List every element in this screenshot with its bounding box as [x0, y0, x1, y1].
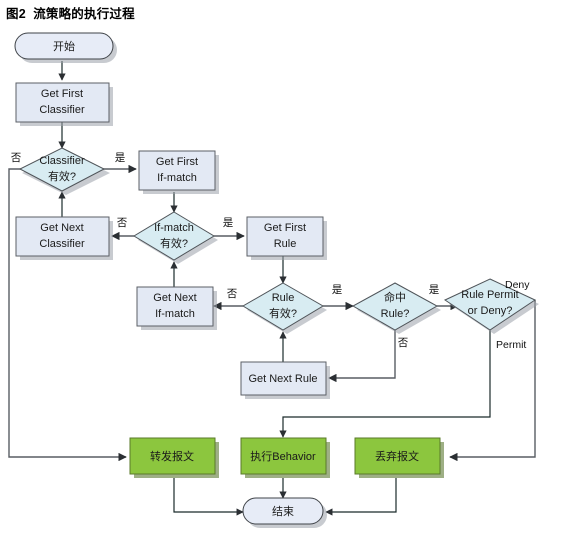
node-get-next-ifmatch-line2: If-match — [155, 308, 195, 320]
edge-label-classifier-yes: 是 — [115, 152, 126, 164]
node-ifmatch-valid[interactable]: If-match 有效? — [133, 211, 218, 264]
flowchart-diagram: 开始 Get First Classifier Classifier 有效? G… — [8, 32, 539, 528]
edge-label-hit-rule-no: 否 — [398, 337, 409, 349]
node-get-next-classifier[interactable]: Get Next Classifier — [15, 216, 113, 260]
edge-label-classifier-no: 否 — [11, 152, 22, 164]
edge-label-rule-yes: 是 — [332, 284, 343, 296]
node-get-first-classifier-line2: Classifier — [39, 104, 85, 116]
node-get-next-rule-label: Get Next Rule — [248, 373, 317, 385]
node-execute-behavior[interactable]: 执行Behavior — [240, 437, 330, 478]
edge-classifier-no-to-forward-packet — [8, 168, 127, 462]
edge-label-permit: Permit — [496, 339, 526, 351]
node-get-next-ifmatch-line1: Get Next — [153, 292, 196, 304]
node-rule-valid[interactable]: Rule 有效? — [242, 282, 327, 334]
node-end[interactable]: 结束 — [242, 497, 327, 528]
node-rule-valid-line1: Rule — [272, 292, 295, 304]
node-hit-rule-line2: Rule? — [381, 308, 410, 320]
node-get-first-rule-line2: Rule — [274, 238, 297, 250]
node-get-first-rule[interactable]: Get First Rule — [246, 216, 327, 260]
node-get-next-classifier-line2: Classifier — [39, 238, 85, 250]
node-discard-packet-label: 丢弃报文 — [375, 449, 419, 463]
node-get-first-ifmatch-line2: If-match — [157, 172, 197, 184]
node-classifier-valid[interactable]: Classifier 有效? — [18, 147, 110, 195]
node-end-label: 结束 — [272, 505, 294, 518]
node-classifier-valid-line1: Classifier — [39, 155, 85, 167]
edge-discard-packet-to-end — [325, 478, 397, 516]
edge-label-ifmatch-no: 否 — [117, 217, 128, 229]
node-discard-packet[interactable]: 丢弃报文 — [354, 437, 444, 478]
node-classifier-valid-line2: 有效? — [48, 169, 76, 183]
node-get-first-ifmatch[interactable]: Get First If-match — [138, 150, 219, 194]
node-ifmatch-valid-line2: 有效? — [160, 236, 188, 250]
edge-label-deny: Deny — [505, 279, 530, 291]
node-start[interactable]: 开始 — [14, 32, 117, 63]
node-get-first-classifier-line1: Get First — [41, 88, 83, 100]
node-forward-packet[interactable]: 转发报文 — [129, 437, 219, 478]
edge-forward-packet-to-end — [173, 478, 244, 516]
node-permit-or-deny-line2: or Deny? — [468, 305, 513, 317]
node-get-first-ifmatch-line1: Get First — [156, 156, 198, 168]
edge-hit-rule-no-to-get-next-rule — [328, 330, 396, 383]
node-get-first-classifier[interactable]: Get First Classifier — [15, 82, 113, 126]
node-execute-behavior-label: 执行Behavior — [250, 449, 316, 463]
edge-label-rule-no: 否 — [227, 288, 238, 300]
node-hit-rule-line1: 命中 — [384, 290, 406, 304]
node-get-next-rule[interactable]: Get Next Rule — [240, 361, 330, 399]
node-get-next-classifier-line1: Get Next — [40, 222, 83, 234]
node-rule-valid-line2: 有效? — [269, 306, 297, 320]
node-get-first-rule-line1: Get First — [264, 222, 306, 234]
node-start-label: 开始 — [53, 39, 75, 53]
edge-label-ifmatch-yes: 是 — [223, 217, 234, 229]
node-ifmatch-valid-line1: If-match — [154, 222, 194, 234]
node-forward-packet-label: 转发报文 — [150, 449, 194, 463]
node-get-next-ifmatch[interactable]: Get Next If-match — [136, 286, 217, 330]
edge-label-hit-rule-yes: 是 — [429, 284, 440, 296]
